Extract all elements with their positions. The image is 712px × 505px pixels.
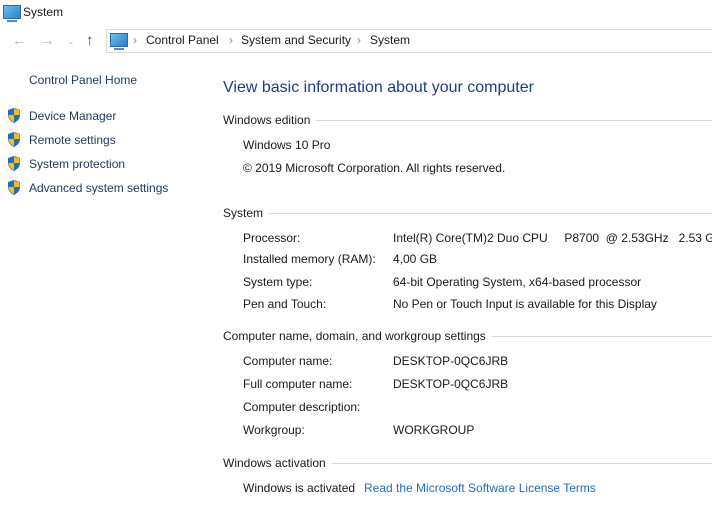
workgroup-value: WORKGROUP [393,423,475,437]
ram-label: Installed memory (RAM): [243,252,376,266]
up-button[interactable]: ↑ [86,32,94,49]
remote-settings-link[interactable]: Remote settings [29,132,116,148]
breadcrumb-system-security[interactable]: System and Security [241,32,351,48]
address-bar[interactable]: › Control Panel › System and Security › … [106,29,712,53]
activation-status: Windows is activated [243,481,356,495]
license-terms-link[interactable]: Read the Microsoft Software License Term… [364,480,596,496]
full-computer-name-label: Full computer name: [243,377,353,391]
ram-value: 4,00 GB [393,252,438,266]
page-title: View basic information about your comput… [223,79,534,96]
shield-icon [8,180,20,195]
control-panel-icon [110,33,128,50]
system-protection-link[interactable]: System protection [29,156,125,172]
section-system: System [223,205,712,221]
device-manager-link[interactable]: Device Manager [29,108,116,124]
advanced-system-settings-link[interactable]: Advanced system settings [29,180,168,196]
section-windows-edition: Windows edition [223,112,712,128]
breadcrumb-system[interactable]: System [370,32,410,48]
forward-button[interactable]: → [40,32,55,49]
pen-touch-label: Pen and Touch: [243,297,327,311]
shield-icon [8,132,20,147]
breadcrumb-control-panel[interactable]: Control Panel [146,32,219,48]
pen-touch-value: No Pen or Touch Input is available for t… [393,297,657,311]
edition-name: Windows 10 Pro [243,138,331,152]
window-title: System [23,5,64,19]
shield-icon [8,108,20,123]
processor-value: Intel(R) Core(TM)2 Duo CPU P8700 @ 2.53G… [393,231,712,245]
computer-description-label: Computer description: [243,400,361,414]
recent-dropdown[interactable]: ⌄ [67,36,75,47]
section-computer-name: Computer name, domain, and workgroup set… [223,328,712,344]
processor-label: Processor: [243,231,301,245]
shield-icon [8,156,20,171]
system-icon [3,5,21,22]
copyright: © 2019 Microsoft Corporation. All rights… [243,161,506,175]
section-windows-activation: Windows activation [223,455,712,471]
control-panel-home-link[interactable]: Control Panel Home [29,72,137,88]
workgroup-label: Workgroup: [243,423,305,437]
computer-name-value: DESKTOP-0QC6JRB [393,354,509,368]
back-button[interactable]: ← [12,32,27,49]
full-computer-name-value: DESKTOP-0QC6JRB [393,377,509,391]
system-type-label: System type: [243,275,313,289]
system-type-value: 64-bit Operating System, x64-based proce… [393,275,642,289]
computer-name-label: Computer name: [243,354,333,368]
